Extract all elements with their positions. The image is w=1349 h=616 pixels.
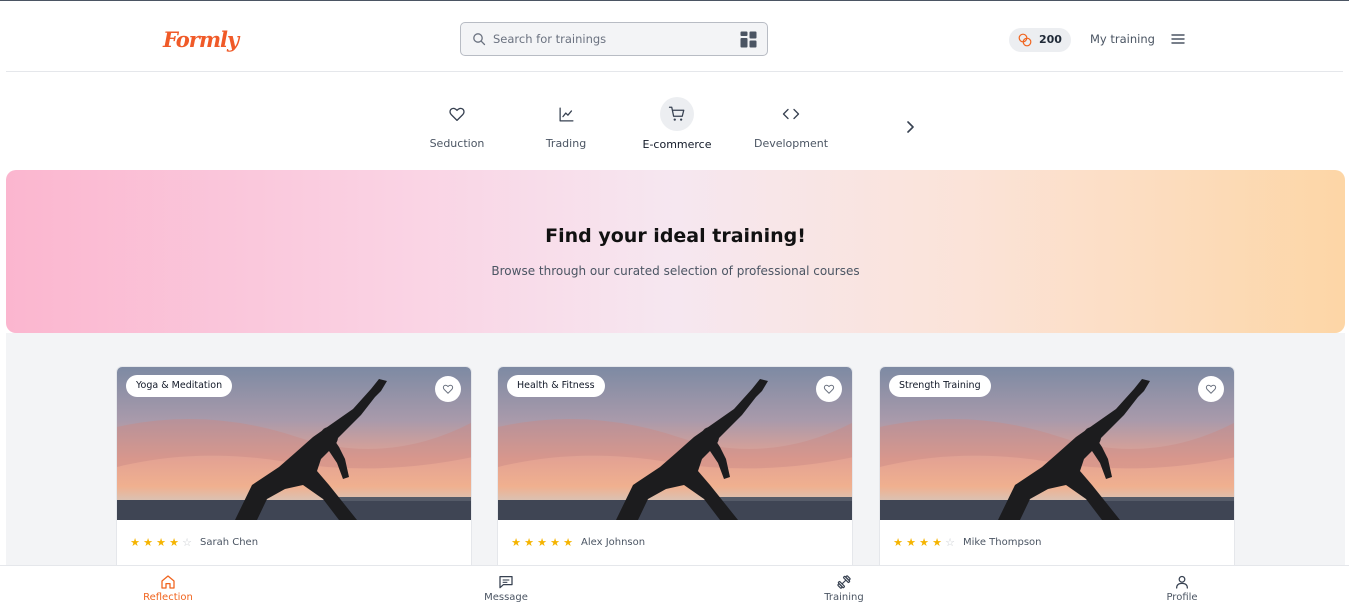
nav-item-reflection[interactable]: Reflection (118, 574, 218, 603)
rating-stars: ★ ★ ★ ★ ☆ (129, 537, 193, 548)
rating-stars: ★ ★ ★ ★ ★ (510, 537, 574, 548)
star-filled-icon: ★ (563, 536, 573, 549)
star-filled-icon: ★ (169, 536, 179, 549)
star-empty-icon: ☆ (182, 536, 192, 549)
course-author: Mike Thompson (963, 537, 1042, 548)
category-e-commerce[interactable]: E-commerce (632, 97, 722, 159)
category-trading[interactable]: Trading (521, 97, 611, 159)
user-icon (1176, 575, 1188, 589)
category-seduction[interactable]: Seduction (412, 97, 502, 159)
hero-title: Find your ideal training! (545, 225, 806, 247)
coins-balance[interactable]: 200 (1009, 28, 1071, 52)
heart-icon (823, 384, 835, 394)
category-icon-wrap (549, 97, 583, 131)
category-icon-wrap (660, 97, 694, 131)
hamburger-menu-icon[interactable] (1171, 32, 1185, 46)
coins-icon (1018, 33, 1032, 47)
star-filled-icon: ★ (143, 536, 153, 549)
top-header: Formly 200 My training (6, 1, 1343, 72)
chart-line-icon (558, 106, 574, 122)
search-input[interactable] (493, 29, 723, 49)
heart-icon (442, 384, 454, 394)
dumbbell-icon (837, 575, 851, 589)
category-label: Trading (545, 137, 587, 150)
search-icon (473, 33, 486, 46)
chevron-right-icon[interactable] (903, 120, 917, 134)
favorite-button[interactable] (435, 376, 461, 402)
star-filled-icon: ★ (130, 536, 140, 549)
star-filled-icon: ★ (511, 536, 521, 549)
star-filled-icon: ★ (537, 536, 547, 549)
course-tag: Health & Fitness (507, 375, 605, 397)
hero-banner: Find your ideal training! Browse through… (6, 170, 1345, 333)
nav-label: Message (484, 592, 528, 603)
star-filled-icon: ★ (919, 536, 929, 549)
rating-stars: ★ ★ ★ ★ ☆ (892, 537, 956, 548)
category-label: E-commerce (642, 138, 712, 151)
nav-label: Reflection (143, 592, 193, 603)
category-label: Development (753, 137, 829, 150)
grid-view-icon[interactable] (740, 31, 757, 48)
nav-label: Training (824, 592, 864, 603)
my-training-link[interactable]: My training (1090, 32, 1155, 46)
nav-label: Profile (1166, 592, 1198, 603)
category-icon-wrap (440, 97, 474, 131)
bottom-navigation: Reflection Message Training Profile (0, 565, 1349, 616)
star-filled-icon: ★ (932, 536, 942, 549)
course-meta: ★ ★ ★ ★ ★ Alex Johnson (510, 537, 645, 548)
nav-item-profile[interactable]: Profile (1132, 574, 1232, 603)
course-meta: ★ ★ ★ ★ ☆ Mike Thompson (892, 537, 1042, 548)
star-filled-icon: ★ (550, 536, 560, 549)
star-filled-icon: ★ (156, 536, 166, 549)
code-icon (782, 108, 800, 120)
category-development[interactable]: Development (746, 97, 836, 159)
home-icon (161, 575, 175, 589)
star-filled-icon: ★ (906, 536, 916, 549)
course-meta: ★ ★ ★ ★ ☆ Sarah Chen (129, 537, 258, 548)
course-card[interactable]: Strength Training ★ ★ ★ ★ ☆ Mike Thompson (879, 366, 1235, 566)
shopping-cart-icon (668, 106, 685, 121)
coins-value: 200 (1039, 33, 1062, 46)
heart-icon (449, 107, 465, 122)
category-icon-wrap (774, 97, 808, 131)
logo-text: Formly (163, 26, 239, 52)
nav-item-message[interactable]: Message (456, 574, 556, 603)
course-author: Sarah Chen (200, 537, 259, 548)
heart-icon (1205, 384, 1217, 394)
message-icon (499, 576, 513, 589)
favorite-button[interactable] (1198, 376, 1224, 402)
search-bar (460, 22, 768, 56)
star-empty-icon: ☆ (945, 536, 955, 549)
star-filled-icon: ★ (893, 536, 903, 549)
hero-subtitle: Browse through our curated selection of … (491, 264, 860, 278)
course-card[interactable]: Yoga & Meditation ★ ★ ★ ★ ☆ Sarah Chen (116, 366, 472, 566)
star-filled-icon: ★ (524, 536, 534, 549)
category-label: Seduction (429, 137, 485, 150)
nav-item-training[interactable]: Training (794, 574, 894, 603)
course-card[interactable]: Health & Fitness ★ ★ ★ ★ ★ Alex Johnson (497, 366, 853, 566)
course-author: Alex Johnson (581, 537, 646, 548)
course-tag: Yoga & Meditation (126, 375, 233, 397)
course-tag: Strength Training (889, 375, 991, 397)
logo[interactable]: Formly (163, 18, 239, 60)
favorite-button[interactable] (816, 376, 842, 402)
